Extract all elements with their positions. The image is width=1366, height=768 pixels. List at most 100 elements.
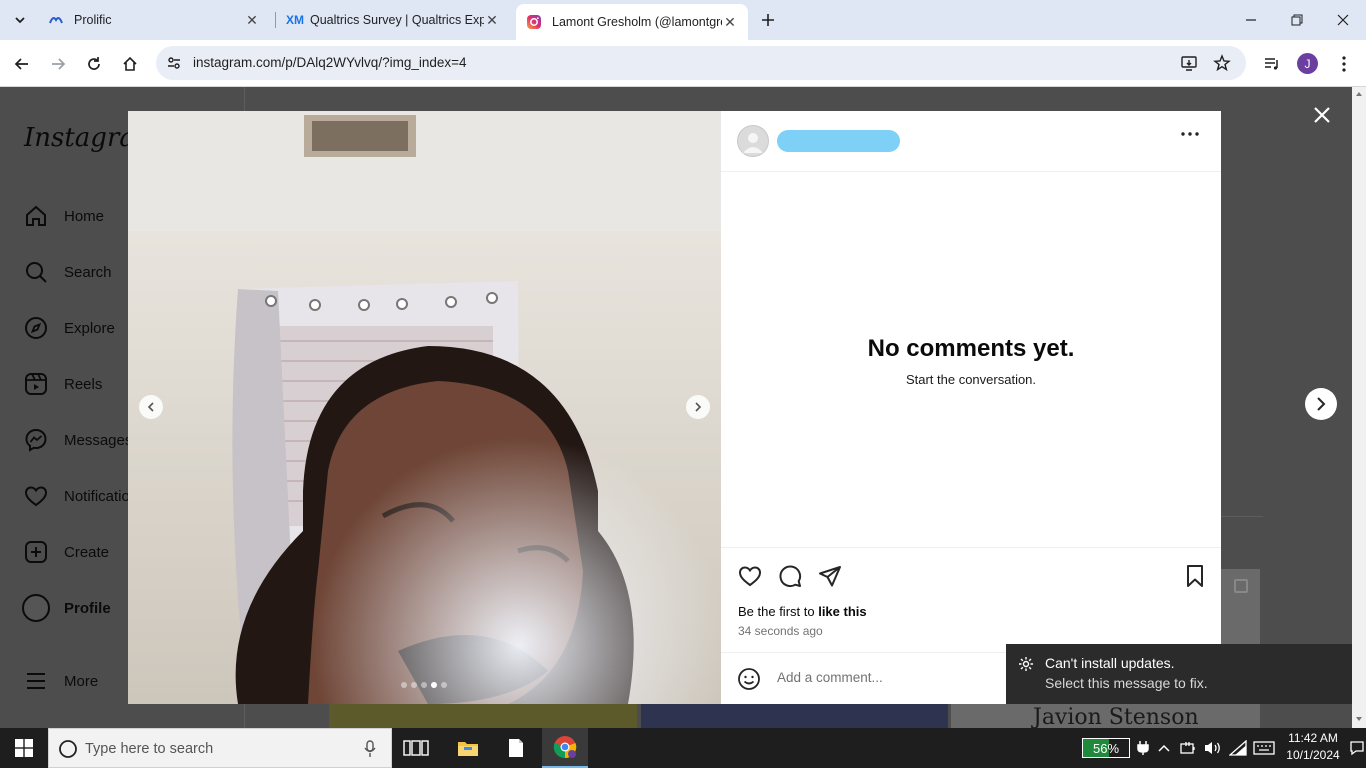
redacted-username[interactable]: [777, 130, 900, 152]
sidebar-item-home[interactable]: Home: [22, 201, 104, 231]
task-view-button[interactable]: [398, 728, 434, 768]
share-button[interactable]: [816, 562, 844, 590]
task-view-icon: [403, 740, 429, 756]
bookmark-star-icon[interactable]: [1213, 54, 1231, 72]
tab-title: Qualtrics Survey | Qualtrics Expe: [310, 13, 484, 27]
comment-button[interactable]: [776, 562, 804, 590]
taskbar-clock[interactable]: 11:42 AM 10/1/2024: [1282, 731, 1344, 762]
hamburger-icon: [22, 667, 50, 695]
media-controls-button[interactable]: [1257, 49, 1287, 79]
author-avatar[interactable]: [737, 125, 769, 157]
battery-percent: 56%: [1092, 740, 1120, 756]
show-hidden-icons-button[interactable]: [1157, 740, 1171, 756]
url-text[interactable]: instagram.com/p/DAlq2WYvlvq/?img_index=4: [193, 55, 467, 70]
close-tab-icon[interactable]: ✕: [722, 14, 738, 30]
folder-icon: [458, 742, 478, 756]
microphone-icon[interactable]: [364, 740, 376, 758]
update-error-toast[interactable]: Can't install updates. Select this messa…: [1006, 644, 1366, 704]
sidebar-item-reels[interactable]: Reels: [22, 369, 102, 399]
site-info-icon[interactable]: [166, 55, 182, 71]
notepad-button[interactable]: [494, 728, 538, 768]
chevron-down-icon: [15, 17, 25, 24]
sidebar-item-label: Explore: [64, 319, 115, 337]
reload-icon: [88, 57, 100, 70]
photo-next-button[interactable]: [686, 395, 710, 419]
battery-indicator[interactable]: 56%: [1082, 738, 1130, 758]
photo-prev-button[interactable]: [139, 395, 163, 419]
minimize-button[interactable]: [1228, 0, 1274, 40]
start-button[interactable]: [0, 728, 48, 768]
power-status-icon[interactable]: [1180, 740, 1198, 756]
clock-date: 10/1/2024: [1286, 748, 1340, 762]
like-button[interactable]: [736, 562, 764, 590]
charging-plug-icon: [1137, 740, 1149, 756]
emoji-button[interactable]: [737, 667, 761, 691]
home-button[interactable]: [115, 49, 145, 79]
post-photo[interactable]: [128, 111, 721, 704]
bookmark-icon: [1187, 565, 1203, 587]
tab-search-button[interactable]: [8, 8, 32, 32]
page-scrollbar[interactable]: [1352, 87, 1366, 728]
next-post-button[interactable]: [1305, 388, 1337, 420]
sidebar-item-messages[interactable]: Messages: [22, 425, 132, 455]
new-tab-button[interactable]: [756, 8, 780, 32]
close-icon: [1337, 14, 1349, 26]
chrome-taskbar-button[interactable]: [542, 728, 588, 768]
install-app-icon[interactable]: [1180, 54, 1198, 72]
sidebar-item-label: Create: [64, 543, 110, 561]
sidebar-item-profile[interactable]: Profile: [22, 593, 111, 623]
back-button[interactable]: [7, 49, 37, 79]
post-timestamp[interactable]: 34 seconds ago: [738, 624, 823, 638]
no-comments-heading: No comments yet.: [867, 335, 1075, 362]
avatar-icon: [22, 594, 50, 622]
search-icon: [22, 258, 50, 286]
tab-prolific[interactable]: Prolific ✕: [38, 4, 270, 36]
clock-time: 11:42 AM: [1288, 731, 1338, 745]
close-window-button[interactable]: [1320, 0, 1366, 40]
instagram-icon: [527, 15, 541, 29]
profile-avatar-button[interactable]: J: [1297, 53, 1318, 74]
post-options-button[interactable]: [1181, 132, 1205, 150]
volume-icon[interactable]: [1204, 740, 1222, 756]
background-post-tile[interactable]: [329, 704, 637, 728]
sidebar-item-explore[interactable]: Explore: [22, 313, 115, 343]
close-tab-icon[interactable]: ✕: [484, 12, 500, 28]
sidebar-item-search[interactable]: Search: [22, 257, 112, 287]
chevron-left-icon: [147, 402, 154, 412]
save-button[interactable]: [1181, 562, 1209, 590]
close-tab-icon[interactable]: ✕: [244, 12, 260, 28]
background-post-tile[interactable]: [641, 704, 948, 728]
tab-title: Prolific: [74, 13, 112, 27]
scroll-down-icon[interactable]: [1352, 712, 1366, 726]
chrome-menu-button[interactable]: [1329, 49, 1359, 79]
more-options-icon: [1181, 132, 1199, 136]
reload-button[interactable]: [79, 49, 109, 79]
no-comments-subtext: Start the conversation.: [905, 372, 1037, 387]
sidebar-item-create[interactable]: Create: [22, 537, 109, 567]
carousel-dots: [401, 682, 447, 688]
post-actions: Be the first to like this 34 seconds ago: [721, 547, 1221, 652]
sidebar-item-label: Profile: [64, 599, 111, 617]
chevron-up-icon: [1158, 744, 1170, 752]
address-bar[interactable]: instagram.com/p/DAlq2WYvlvq/?img_index=4: [156, 46, 1246, 80]
notification-icon: [1350, 741, 1364, 756]
close-modal-button[interactable]: [1310, 103, 1334, 127]
restore-button[interactable]: [1274, 0, 1320, 40]
action-center-button[interactable]: [1350, 740, 1364, 756]
plus-square-icon: [22, 538, 50, 566]
file-explorer-button[interactable]: [446, 728, 490, 768]
scroll-up-icon[interactable]: [1352, 87, 1366, 101]
tab-instagram[interactable]: Lamont Gresholm (@lamontgre ✕: [516, 4, 748, 40]
sidebar-item-more[interactable]: More: [22, 666, 98, 696]
toast-message: Select this message to fix.: [1045, 675, 1208, 691]
taskbar-search-box[interactable]: Type here to search: [48, 728, 392, 768]
arrow-right-icon: [52, 58, 66, 70]
search-icon: [59, 740, 77, 758]
wifi-icon[interactable]: [1229, 740, 1247, 756]
forward-button[interactable]: [43, 49, 73, 79]
tab-qualtrics[interactable]: XM Qualtrics Survey | Qualtrics Expe ✕: [276, 4, 510, 36]
like-this-link[interactable]: like this: [818, 604, 866, 619]
carousel-dot: [441, 682, 447, 688]
sidebar-item-label: Messages: [64, 431, 133, 449]
keyboard-layout-icon[interactable]: [1253, 740, 1275, 756]
